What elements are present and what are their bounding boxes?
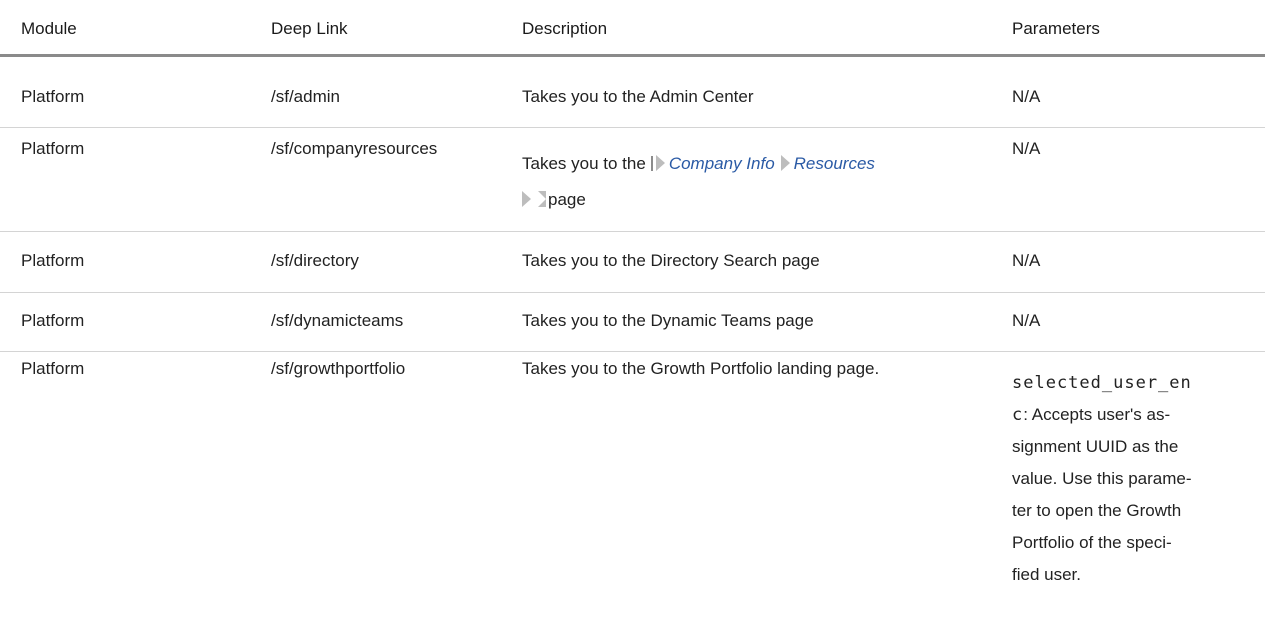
header-deep-link: Deep Link <box>271 19 348 38</box>
parameter-line: fied user. <box>1012 565 1081 584</box>
row-divider <box>0 351 1265 352</box>
row-deep-link: /sf/companyresources <box>271 139 438 158</box>
parameter-line: ter to open the Growth <box>1012 501 1182 520</box>
row-description: Takes you to the Growth Portfolio landin… <box>522 359 880 378</box>
breadcrumb-start-icon <box>650 156 653 171</box>
row-parameters: selected_user_en c: Accepts user's as- s… <box>1012 367 1192 591</box>
parameter-name-cont: c <box>1012 405 1024 425</box>
row-module: Platform <box>21 359 85 378</box>
row-module: Platform <box>21 251 85 270</box>
row-description: Takes you to the Admin Center <box>522 87 754 106</box>
row-module: Platform <box>21 139 85 158</box>
header-module: Module <box>21 19 77 38</box>
breadcrumb-end-icon <box>538 191 546 207</box>
row-deep-link: /sf/dynamicteams <box>271 311 404 330</box>
row-module: Platform <box>21 87 85 106</box>
parameter-line: value. Use this parame- <box>1012 469 1192 488</box>
breadcrumb-resources-link[interactable]: Resources <box>794 154 875 173</box>
row-description: Takes you to the Company Info Resources pa… <box>522 148 875 220</box>
row-parameters: N/A <box>1012 139 1041 158</box>
row-deep-link: /sf/admin <box>271 87 340 106</box>
row-deep-link: /sf/growthportfolio <box>271 359 406 378</box>
breadcrumb-arrow-icon <box>655 155 665 171</box>
breadcrumb-arrow-icon <box>522 191 531 207</box>
row-divider <box>0 231 1265 232</box>
parameter-line: : Accepts user's as- <box>1023 405 1171 424</box>
header-description: Description <box>522 19 608 38</box>
row-divider <box>0 127 1265 128</box>
row-module: Platform <box>21 311 85 330</box>
parameter-line: signment UUID as the <box>1012 437 1179 456</box>
header-parameters: Parameters <box>1012 19 1100 38</box>
parameter-line: Portfolio of the speci- <box>1012 533 1172 552</box>
parameter-name: selected_user_en <box>1012 373 1192 393</box>
header-divider <box>0 54 1265 57</box>
row-parameters: N/A <box>1012 311 1041 330</box>
description-suffix: page <box>548 190 586 209</box>
row-divider <box>0 292 1265 293</box>
deep-links-table: Module Deep Link Description Parameters … <box>0 0 1265 632</box>
breadcrumb-company-info-link[interactable]: Company Info <box>669 154 775 173</box>
row-description: Takes you to the Directory Search page <box>522 251 820 270</box>
row-deep-link: /sf/directory <box>271 251 359 270</box>
description-prefix: Takes you to the <box>522 154 646 173</box>
row-description: Takes you to the Dynamic Teams page <box>522 311 814 330</box>
row-parameters: N/A <box>1012 87 1041 106</box>
row-parameters: N/A <box>1012 251 1041 270</box>
breadcrumb-arrow-icon <box>780 155 790 171</box>
